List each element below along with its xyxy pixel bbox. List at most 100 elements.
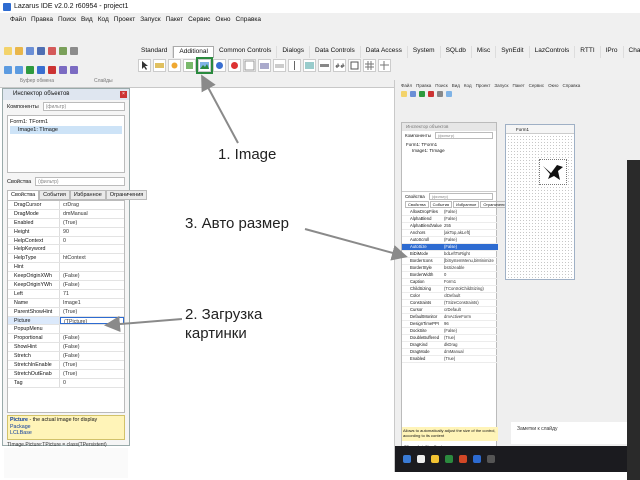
- property-row[interactable]: DragCursor crDrag: [8, 201, 124, 210]
- property-value[interactable]: 90: [60, 228, 124, 236]
- s2-menu-code[interactable]: Код: [464, 83, 472, 88]
- s2-save-icon[interactable]: [410, 91, 416, 97]
- property-row[interactable]: Tag 0: [8, 378, 124, 388]
- s2-property-row[interactable]: Caption Form1: [402, 279, 498, 286]
- property-value[interactable]: 0: [60, 379, 124, 387]
- menu-code[interactable]: Код: [98, 16, 109, 23]
- palette-tab-sqldb[interactable]: SQLdb: [440, 46, 472, 58]
- tspeedbutton-icon[interactable]: [168, 59, 181, 72]
- palette-tab-data-access[interactable]: Data Access: [360, 46, 408, 58]
- menu-project[interactable]: Проект: [114, 16, 135, 23]
- tab-restricted[interactable]: Ограничения: [105, 190, 148, 200]
- s2-property-value[interactable]: (True): [442, 356, 498, 362]
- property-row[interactable]: Hint: [8, 263, 124, 273]
- property-row[interactable]: Height 90: [8, 227, 124, 237]
- menu-run[interactable]: Запуск: [140, 16, 160, 23]
- property-value[interactable]: (True): [60, 361, 124, 369]
- tree-item-image1[interactable]: Image1: TImage: [10, 126, 122, 134]
- s2-property-value[interactable]: [biSystemMenu,biMinimize: [442, 258, 498, 264]
- tstaticbutton-icon[interactable]: [183, 59, 196, 72]
- property-row[interactable]: PopupMenu: [8, 325, 124, 335]
- s2-property-value[interactable]: Form1: [442, 279, 498, 285]
- tshape-icon[interactable]: [213, 59, 226, 72]
- property-value[interactable]: [60, 263, 124, 271]
- s2-property-value[interactable]: [akTop,akLeft]: [442, 230, 498, 236]
- palette-tab-misc[interactable]: Misc: [471, 46, 497, 58]
- close-icon[interactable]: ×: [120, 91, 127, 98]
- view-units-icon[interactable]: [4, 66, 12, 74]
- palette-tab-additional[interactable]: Additional: [173, 46, 214, 58]
- open-icon[interactable]: [15, 47, 23, 55]
- start-icon[interactable]: [403, 455, 411, 463]
- menu-search[interactable]: Поиск: [58, 16, 76, 23]
- tcontrolbar-icon[interactable]: [318, 59, 331, 72]
- step-into-icon[interactable]: [59, 66, 67, 74]
- palette-tab-common-controls[interactable]: Common Controls: [213, 46, 278, 58]
- property-value[interactable]: 71: [60, 290, 124, 298]
- property-row[interactable]: HelpKeyword: [8, 245, 124, 255]
- property-value[interactable]: (True): [60, 219, 124, 227]
- properties-filter-input[interactable]: (фильтр): [35, 177, 125, 186]
- s2-property-row[interactable]: Enabled (True): [402, 356, 498, 363]
- browser-icon[interactable]: [445, 455, 453, 463]
- property-row[interactable]: DragMode dmManual: [8, 209, 124, 219]
- s2-property-row[interactable]: DragKind dkDrag: [402, 342, 498, 349]
- image1-component[interactable]: [539, 159, 567, 185]
- tcheckgroup-icon[interactable]: [348, 59, 361, 72]
- s2-property-row[interactable]: AlphaBlend (False): [402, 216, 498, 223]
- search-icon[interactable]: [417, 455, 425, 463]
- palette-tab-ipro[interactable]: IPro: [600, 46, 624, 58]
- s2-property-row[interactable]: ChildSizing (TControlChildSizing): [402, 286, 498, 293]
- pointer-tool-icon[interactable]: [138, 59, 151, 72]
- menu-tools[interactable]: Сервис: [188, 16, 210, 23]
- s2-property-row[interactable]: AlphaBlendValue 255: [402, 223, 498, 230]
- s2-property-value[interactable]: bsSizeable: [442, 265, 498, 271]
- view-forms-icon[interactable]: [15, 66, 23, 74]
- s2-property-row[interactable]: DefaultMonitor dmActiveForm: [402, 314, 498, 321]
- s2-property-row[interactable]: AllowDropFiles (False): [402, 209, 498, 216]
- s2-menu-project[interactable]: Проект: [476, 83, 491, 88]
- palette-tab-dialogs[interactable]: Dialogs: [277, 46, 311, 58]
- s2-property-row[interactable]: BiDiMode bdLeftToRight: [402, 251, 498, 258]
- new-file-icon[interactable]: [4, 47, 12, 55]
- s2-property-value[interactable]: (TControlChildSizing): [442, 286, 498, 292]
- toggle-form-icon[interactable]: [70, 47, 78, 55]
- s2-tab-favorites[interactable]: Избранное: [453, 201, 480, 208]
- tab-favorites[interactable]: Избранное: [69, 190, 106, 200]
- tab-properties[interactable]: Свойства: [7, 190, 40, 200]
- property-row[interactable]: Proportional (False): [8, 334, 124, 344]
- tpaintbox-icon[interactable]: [243, 59, 256, 72]
- close-file-icon[interactable]: [48, 47, 56, 55]
- save-icon[interactable]: [26, 47, 34, 55]
- s2-property-value[interactable]: (False): [442, 328, 498, 334]
- components-filter-input[interactable]: (фильтр): [42, 102, 125, 111]
- s2-new-icon[interactable]: [401, 91, 407, 97]
- property-row[interactable]: StretchOutEnab (True): [8, 369, 124, 379]
- s2-property-row[interactable]: Constraints (TSizeConstraints): [402, 300, 498, 307]
- tbevel-icon[interactable]: [228, 59, 241, 72]
- s2-property-value[interactable]: 255: [442, 223, 498, 229]
- property-row[interactable]: Stretch (False): [8, 352, 124, 362]
- property-row[interactable]: Picture (TPicture): [8, 316, 124, 326]
- tstringgrid-icon[interactable]: [363, 59, 376, 72]
- property-value[interactable]: Image1: [60, 299, 124, 307]
- palette-tab-system[interactable]: System: [407, 46, 441, 58]
- s2-property-value[interactable]: crDefault: [442, 307, 498, 313]
- lazarus-taskbar-icon[interactable]: [487, 455, 495, 463]
- s2-tree-item-image1[interactable]: Image1: TImage: [406, 148, 492, 154]
- s2-property-value[interactable]: dmManual: [442, 349, 498, 355]
- property-value[interactable]: (False): [60, 343, 124, 351]
- s2-stop-icon[interactable]: [428, 91, 434, 97]
- tmaskedit-icon[interactable]: ##: [333, 59, 346, 72]
- ttrayicon-icon[interactable]: [303, 59, 316, 72]
- step-over-icon[interactable]: [70, 66, 78, 74]
- menu-help[interactable]: Справка: [236, 16, 262, 23]
- slide-notes-pane[interactable]: Заметки к слайду: [511, 422, 635, 444]
- s2-property-value[interactable]: 0: [442, 272, 498, 278]
- palette-tab-synedit[interactable]: SynEdit: [496, 46, 530, 58]
- menu-file[interactable]: Файл: [10, 16, 26, 23]
- s2-property-row[interactable]: DragMode dmManual: [402, 349, 498, 356]
- s2-property-row[interactable]: BorderStyle bsSizeable: [402, 265, 498, 272]
- s2-property-value[interactable]: 96: [442, 321, 498, 327]
- s2-components-filter[interactable]: (фильтр): [434, 132, 493, 139]
